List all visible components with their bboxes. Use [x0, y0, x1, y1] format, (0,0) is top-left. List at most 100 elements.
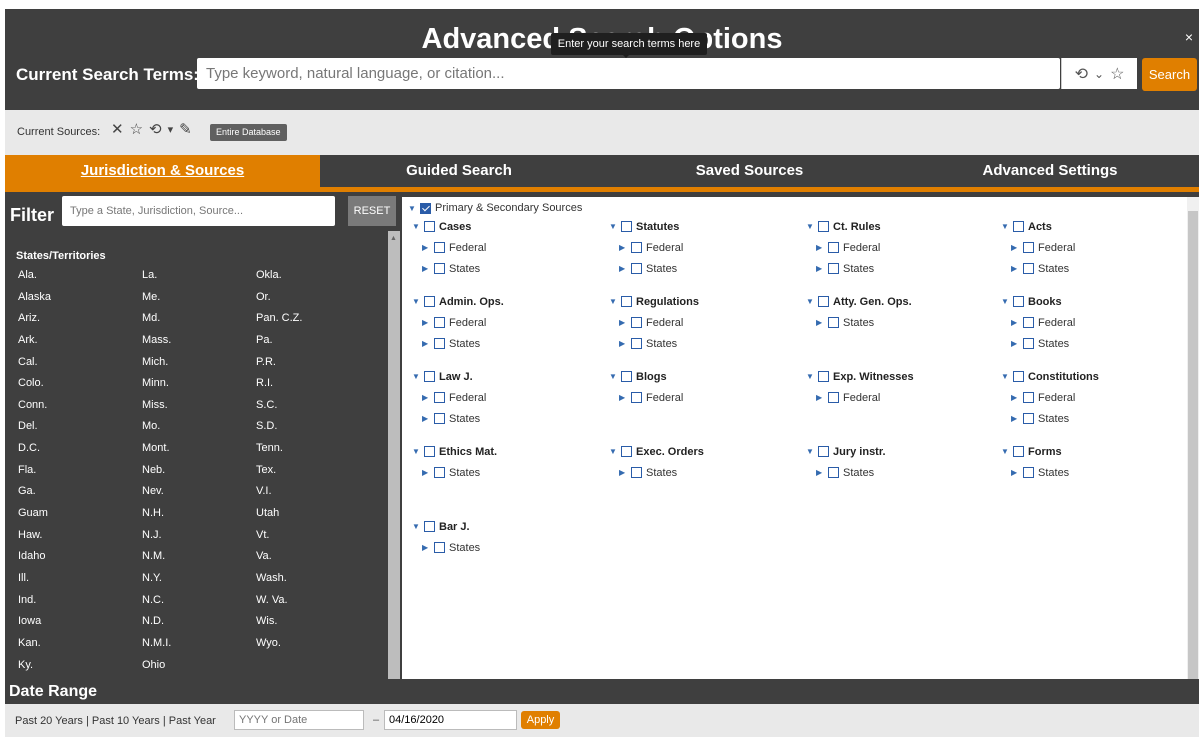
preset-past-year[interactable]: Past Year: [169, 715, 216, 727]
subcategory-checkbox[interactable]: [434, 317, 445, 328]
chevron-right-icon[interactable]: ▶: [422, 414, 430, 423]
chevron-right-icon[interactable]: ▶: [619, 339, 627, 348]
chevron-right-icon[interactable]: ▶: [1011, 264, 1019, 273]
state-item[interactable]: Ark.: [18, 330, 142, 352]
subcategory-checkbox[interactable]: [1023, 467, 1034, 478]
chevron-down-icon[interactable]: ▼: [408, 204, 416, 213]
state-item[interactable]: Minn.: [142, 373, 256, 395]
tree-scroll-thumb[interactable]: [1188, 211, 1198, 679]
chevron-right-icon[interactable]: ▶: [1011, 318, 1019, 327]
subcategory-checkbox[interactable]: [631, 263, 642, 274]
state-item[interactable]: Or.: [256, 287, 366, 309]
subcategory-checkbox[interactable]: [828, 317, 839, 328]
chevron-down-icon[interactable]: ▼: [412, 447, 420, 456]
state-item[interactable]: Ariz.: [18, 308, 142, 330]
chevron-down-icon[interactable]: ▼: [1001, 372, 1009, 381]
category-checkbox[interactable]: [1013, 221, 1024, 232]
chevron-down-icon[interactable]: ▼: [1001, 447, 1009, 456]
preset-past-10-years[interactable]: Past 10 Years: [92, 715, 160, 727]
state-item[interactable]: Tex.: [256, 460, 366, 482]
favorite-sources-icon[interactable]: ☆: [130, 120, 143, 138]
subcategory-checkbox[interactable]: [434, 242, 445, 253]
chevron-down-icon[interactable]: ▼: [412, 297, 420, 306]
preset-past-20-years[interactable]: Past 20 Years: [15, 715, 83, 727]
category-checkbox[interactable]: [621, 371, 632, 382]
state-item[interactable]: R.I.: [256, 373, 366, 395]
state-item[interactable]: Ill.: [18, 568, 142, 590]
apply-button[interactable]: Apply: [521, 711, 560, 729]
chevron-right-icon[interactable]: ▶: [619, 264, 627, 273]
state-item[interactable]: Ky.: [18, 655, 142, 677]
state-item[interactable]: La.: [142, 265, 256, 287]
subcategory-checkbox[interactable]: [434, 467, 445, 478]
chevron-right-icon[interactable]: ▶: [1011, 243, 1019, 252]
state-item[interactable]: N.M.I.: [142, 633, 256, 655]
category-checkbox[interactable]: [1013, 296, 1024, 307]
state-item[interactable]: Utah: [256, 503, 366, 525]
date-end-input[interactable]: [384, 710, 517, 730]
subcategory-checkbox[interactable]: [434, 413, 445, 424]
subcategory-checkbox[interactable]: [828, 467, 839, 478]
subcategory-checkbox[interactable]: [434, 263, 445, 274]
state-item[interactable]: D.C.: [18, 438, 142, 460]
chevron-right-icon[interactable]: ▶: [422, 243, 430, 252]
subcategory-checkbox[interactable]: [631, 392, 642, 403]
category-checkbox[interactable]: [1013, 371, 1024, 382]
subcategory-checkbox[interactable]: [1023, 242, 1034, 253]
chevron-down-icon[interactable]: ▼: [412, 372, 420, 381]
state-item[interactable]: Miss.: [142, 395, 256, 417]
chevron-right-icon[interactable]: ▶: [619, 393, 627, 402]
tab-jurisdiction-sources[interactable]: Jurisdiction & Sources: [5, 155, 320, 187]
subcategory-checkbox[interactable]: [1023, 413, 1034, 424]
category-checkbox[interactable]: [424, 371, 435, 382]
chevron-down-icon[interactable]: ▼: [1001, 297, 1009, 306]
category-checkbox[interactable]: [621, 221, 632, 232]
chevron-right-icon[interactable]: ▶: [619, 243, 627, 252]
state-item[interactable]: Neb.: [142, 460, 256, 482]
search-input[interactable]: [197, 58, 1060, 89]
chevron-right-icon[interactable]: ▶: [422, 543, 430, 552]
history-sources-icon[interactable]: ⟲: [149, 120, 162, 138]
chevron-down-icon[interactable]: ⌄: [1094, 67, 1104, 81]
state-item[interactable]: Md.: [142, 308, 256, 330]
chevron-down-icon[interactable]: ▼: [609, 222, 617, 231]
edit-sources-icon[interactable]: ✎: [179, 120, 192, 138]
state-item[interactable]: Iowa: [18, 611, 142, 633]
scroll-up-icon[interactable]: ▲: [390, 235, 397, 242]
tree-scrollbar[interactable]: [1187, 197, 1199, 679]
state-item[interactable]: P.R.: [256, 352, 366, 374]
state-item[interactable]: Wash.: [256, 568, 366, 590]
state-item[interactable]: Mich.: [142, 352, 256, 374]
state-item[interactable]: Okla.: [256, 265, 366, 287]
subcategory-checkbox[interactable]: [631, 242, 642, 253]
state-item[interactable]: Wyo.: [256, 633, 366, 655]
source-chip[interactable]: Entire Database: [210, 124, 287, 141]
close-icon[interactable]: ×: [1185, 29, 1193, 45]
state-item[interactable]: Wis.: [256, 611, 366, 633]
chevron-down-icon[interactable]: ▼: [806, 222, 814, 231]
state-item[interactable]: Ind.: [18, 590, 142, 612]
date-start-input[interactable]: [234, 710, 364, 730]
state-item[interactable]: Alaska: [18, 287, 142, 309]
state-item[interactable]: Nev.: [142, 481, 256, 503]
state-item[interactable]: Vt.: [256, 525, 366, 547]
chevron-right-icon[interactable]: ▶: [816, 318, 824, 327]
chevron-right-icon[interactable]: ▶: [1011, 414, 1019, 423]
chevron-right-icon[interactable]: ▶: [816, 264, 824, 273]
favorite-icon[interactable]: ☆: [1110, 64, 1124, 84]
state-item[interactable]: Kan.: [18, 633, 142, 655]
subcategory-checkbox[interactable]: [1023, 263, 1034, 274]
subcategory-checkbox[interactable]: [631, 338, 642, 349]
search-button[interactable]: Search: [1142, 58, 1197, 91]
state-item[interactable]: Tenn.: [256, 438, 366, 460]
subcategory-checkbox[interactable]: [1023, 317, 1034, 328]
subcategory-checkbox[interactable]: [828, 263, 839, 274]
reset-button[interactable]: RESET: [348, 196, 396, 226]
root-checkbox[interactable]: [420, 202, 431, 214]
chevron-right-icon[interactable]: ▶: [1011, 393, 1019, 402]
state-item[interactable]: Conn.: [18, 395, 142, 417]
state-item[interactable]: Ala.: [18, 265, 142, 287]
subcategory-checkbox[interactable]: [434, 338, 445, 349]
tab-advanced-settings[interactable]: Advanced Settings: [901, 155, 1199, 187]
state-item[interactable]: Del.: [18, 416, 142, 438]
